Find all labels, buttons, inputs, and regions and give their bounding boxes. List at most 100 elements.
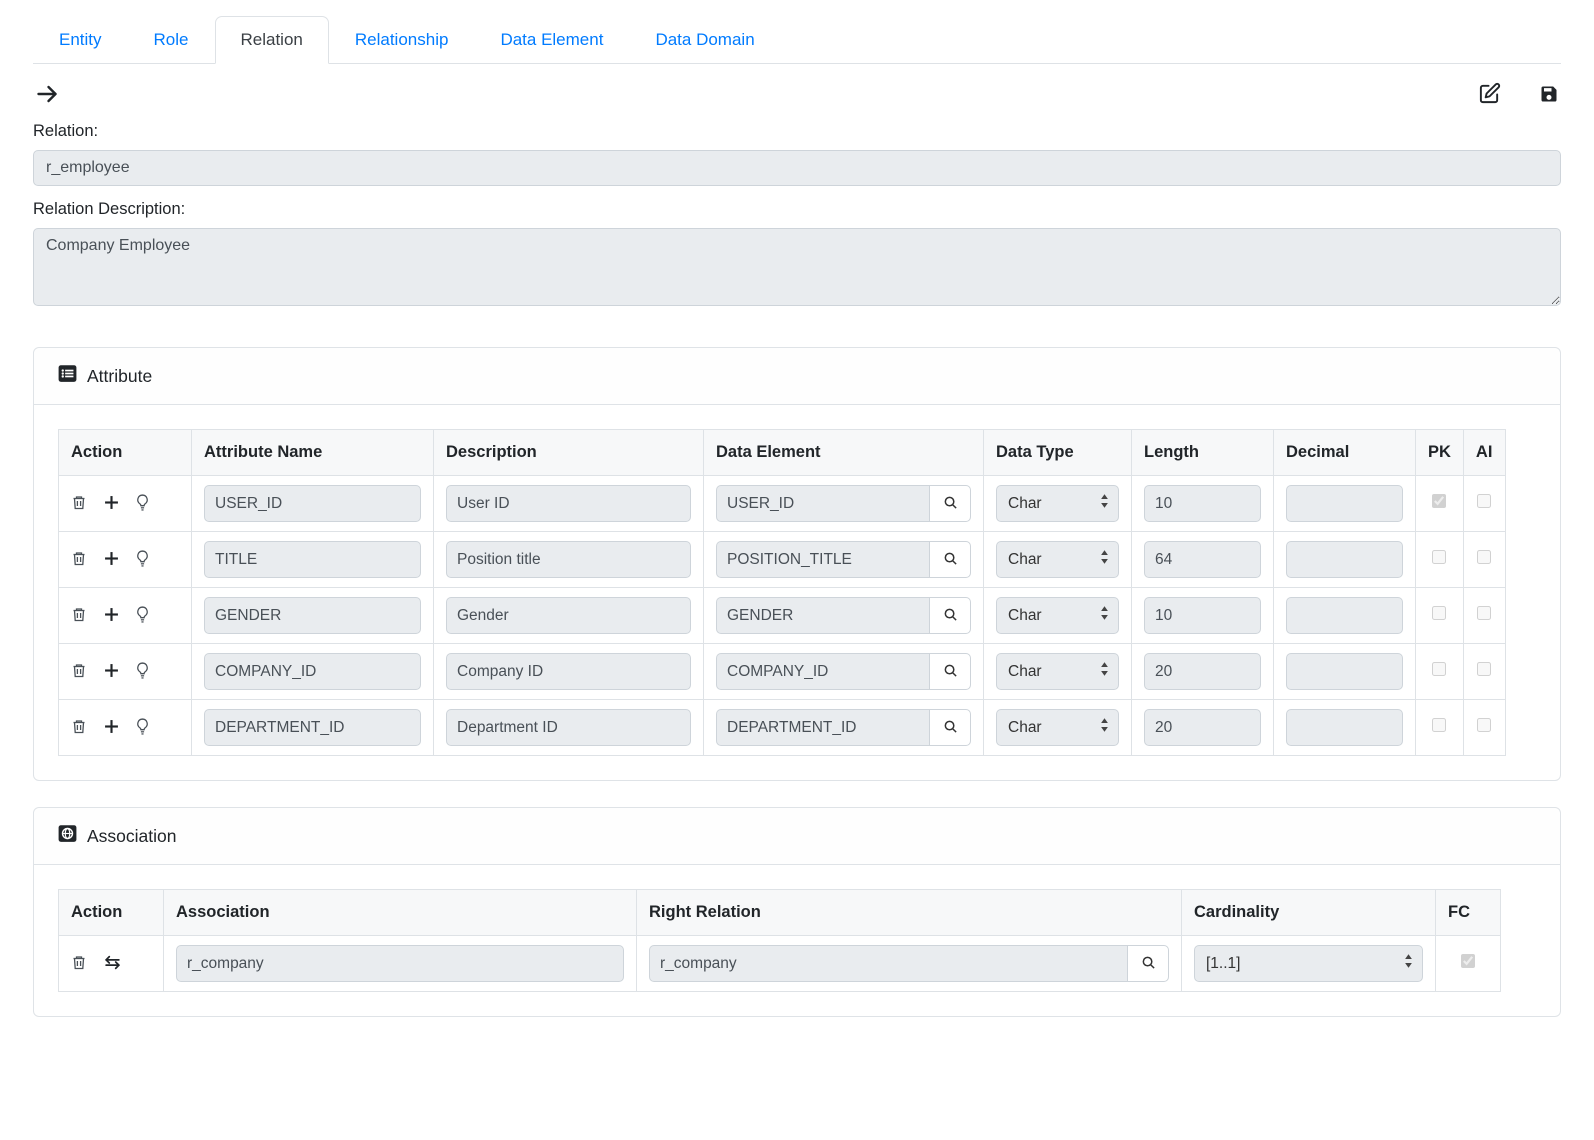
- add-row-button[interactable]: [104, 663, 119, 681]
- forward-button[interactable]: [35, 84, 60, 107]
- association-panel-title: Association: [87, 825, 177, 846]
- right-relation-search-button[interactable]: [1127, 945, 1169, 982]
- attribute-row: Char: [58, 699, 1506, 756]
- data-element-input-group: [716, 541, 971, 578]
- data-type-select[interactable]: Char: [996, 541, 1119, 578]
- attribute-description-input[interactable]: [446, 709, 691, 746]
- attribute-name-input[interactable]: [204, 541, 421, 578]
- data-element-input[interactable]: [716, 653, 929, 690]
- tab-role[interactable]: Role: [128, 16, 215, 64]
- tab-data-domain[interactable]: Data Domain: [629, 16, 780, 64]
- data-element-search-button[interactable]: [929, 653, 971, 690]
- attribute-description-input[interactable]: [446, 597, 691, 634]
- length-input[interactable]: [1144, 485, 1261, 522]
- save-button[interactable]: [1539, 84, 1559, 107]
- suggest-button[interactable]: [136, 661, 149, 682]
- attribute-description-input[interactable]: [446, 485, 691, 522]
- data-element-input[interactable]: [716, 709, 929, 746]
- decimal-input[interactable]: [1286, 541, 1403, 578]
- pk-checkbox[interactable]: [1432, 550, 1447, 564]
- delete-row-button[interactable]: [71, 494, 87, 514]
- exchange-button[interactable]: [104, 955, 121, 973]
- ai-checkbox[interactable]: [1477, 494, 1492, 508]
- length-input[interactable]: [1144, 597, 1261, 634]
- attribute-table-body: Char: [58, 475, 1506, 756]
- relation-input[interactable]: [33, 150, 1561, 186]
- select-arrows-icon: [1100, 494, 1109, 513]
- data-type-select[interactable]: Char: [996, 709, 1119, 746]
- attribute-name-input[interactable]: [204, 709, 421, 746]
- edit-button[interactable]: [1478, 82, 1501, 108]
- delete-row-button[interactable]: [71, 606, 87, 626]
- toolbar: [35, 82, 1559, 108]
- delete-row-button[interactable]: [71, 718, 87, 738]
- length-input[interactable]: [1144, 541, 1261, 578]
- data-element-search-button[interactable]: [929, 541, 971, 578]
- suggest-button[interactable]: [136, 493, 149, 514]
- data-element-search-button[interactable]: [929, 709, 971, 746]
- add-row-button[interactable]: [104, 551, 119, 569]
- plus-icon: [104, 551, 119, 569]
- cardinality-select[interactable]: [1..1]: [1194, 945, 1423, 982]
- relation-description-textarea[interactable]: Company Employee: [33, 228, 1561, 306]
- tab-relationship[interactable]: Relationship: [329, 16, 475, 64]
- suggest-button[interactable]: [136, 717, 149, 738]
- attribute-name-input[interactable]: [204, 597, 421, 634]
- decimal-input[interactable]: [1286, 709, 1403, 746]
- add-row-button[interactable]: [104, 495, 119, 513]
- data-element-input[interactable]: [716, 541, 929, 578]
- attribute-description-input[interactable]: [446, 653, 691, 690]
- tab-data-element[interactable]: Data Element: [474, 16, 629, 64]
- length-input[interactable]: [1144, 709, 1261, 746]
- decimal-input[interactable]: [1286, 653, 1403, 690]
- data-type-select[interactable]: Char: [996, 653, 1119, 690]
- plus-icon: [104, 495, 119, 513]
- data-element-search-button[interactable]: [929, 485, 971, 522]
- suggest-button[interactable]: [136, 549, 149, 570]
- ai-checkbox[interactable]: [1477, 662, 1492, 676]
- attribute-name-input[interactable]: [204, 653, 421, 690]
- decimal-input[interactable]: [1286, 597, 1403, 634]
- delete-row-button[interactable]: [71, 550, 87, 570]
- relation-description-label: Relation Description:: [33, 200, 186, 218]
- add-row-button[interactable]: [104, 607, 119, 625]
- right-relation-input[interactable]: [649, 945, 1127, 982]
- data-type-value: Char: [1008, 606, 1042, 624]
- pk-checkbox[interactable]: [1432, 606, 1447, 620]
- relation-label: Relation:: [33, 122, 99, 140]
- association-panel-body: Action Association Right Relation Cardin…: [34, 865, 1560, 1016]
- data-type-select[interactable]: Char: [996, 597, 1119, 634]
- data-element-search-button[interactable]: [929, 597, 971, 634]
- data-element-input[interactable]: [716, 485, 929, 522]
- length-input[interactable]: [1144, 653, 1261, 690]
- delete-row-button[interactable]: [71, 662, 87, 682]
- lightbulb-icon: [136, 661, 149, 682]
- select-arrows-icon: [1100, 550, 1109, 569]
- plus-icon: [104, 719, 119, 737]
- row-actions: [71, 493, 179, 514]
- decimal-input[interactable]: [1286, 485, 1403, 522]
- trash-icon: [71, 550, 87, 570]
- add-row-button[interactable]: [104, 719, 119, 737]
- attribute-description-input[interactable]: [446, 541, 691, 578]
- association-name-input[interactable]: [176, 945, 624, 982]
- data-type-select[interactable]: Char: [996, 485, 1119, 522]
- col-association: Association: [163, 889, 637, 936]
- data-element-input[interactable]: [716, 597, 929, 634]
- ai-checkbox[interactable]: [1477, 550, 1492, 564]
- ai-checkbox[interactable]: [1477, 718, 1492, 732]
- attribute-name-input[interactable]: [204, 485, 421, 522]
- tab-entity[interactable]: Entity: [33, 16, 128, 64]
- col-data-element: Data Element: [703, 429, 984, 476]
- search-icon: [1141, 955, 1156, 973]
- fc-checkbox[interactable]: [1461, 954, 1475, 968]
- tab-relation[interactable]: Relation: [214, 16, 329, 64]
- delete-row-button[interactable]: [71, 954, 87, 974]
- trash-icon: [71, 662, 87, 682]
- pk-checkbox[interactable]: [1432, 662, 1447, 676]
- pk-checkbox[interactable]: [1432, 494, 1447, 508]
- pk-checkbox[interactable]: [1432, 718, 1447, 732]
- ai-checkbox[interactable]: [1477, 606, 1492, 620]
- search-icon: [943, 663, 958, 681]
- suggest-button[interactable]: [136, 605, 149, 626]
